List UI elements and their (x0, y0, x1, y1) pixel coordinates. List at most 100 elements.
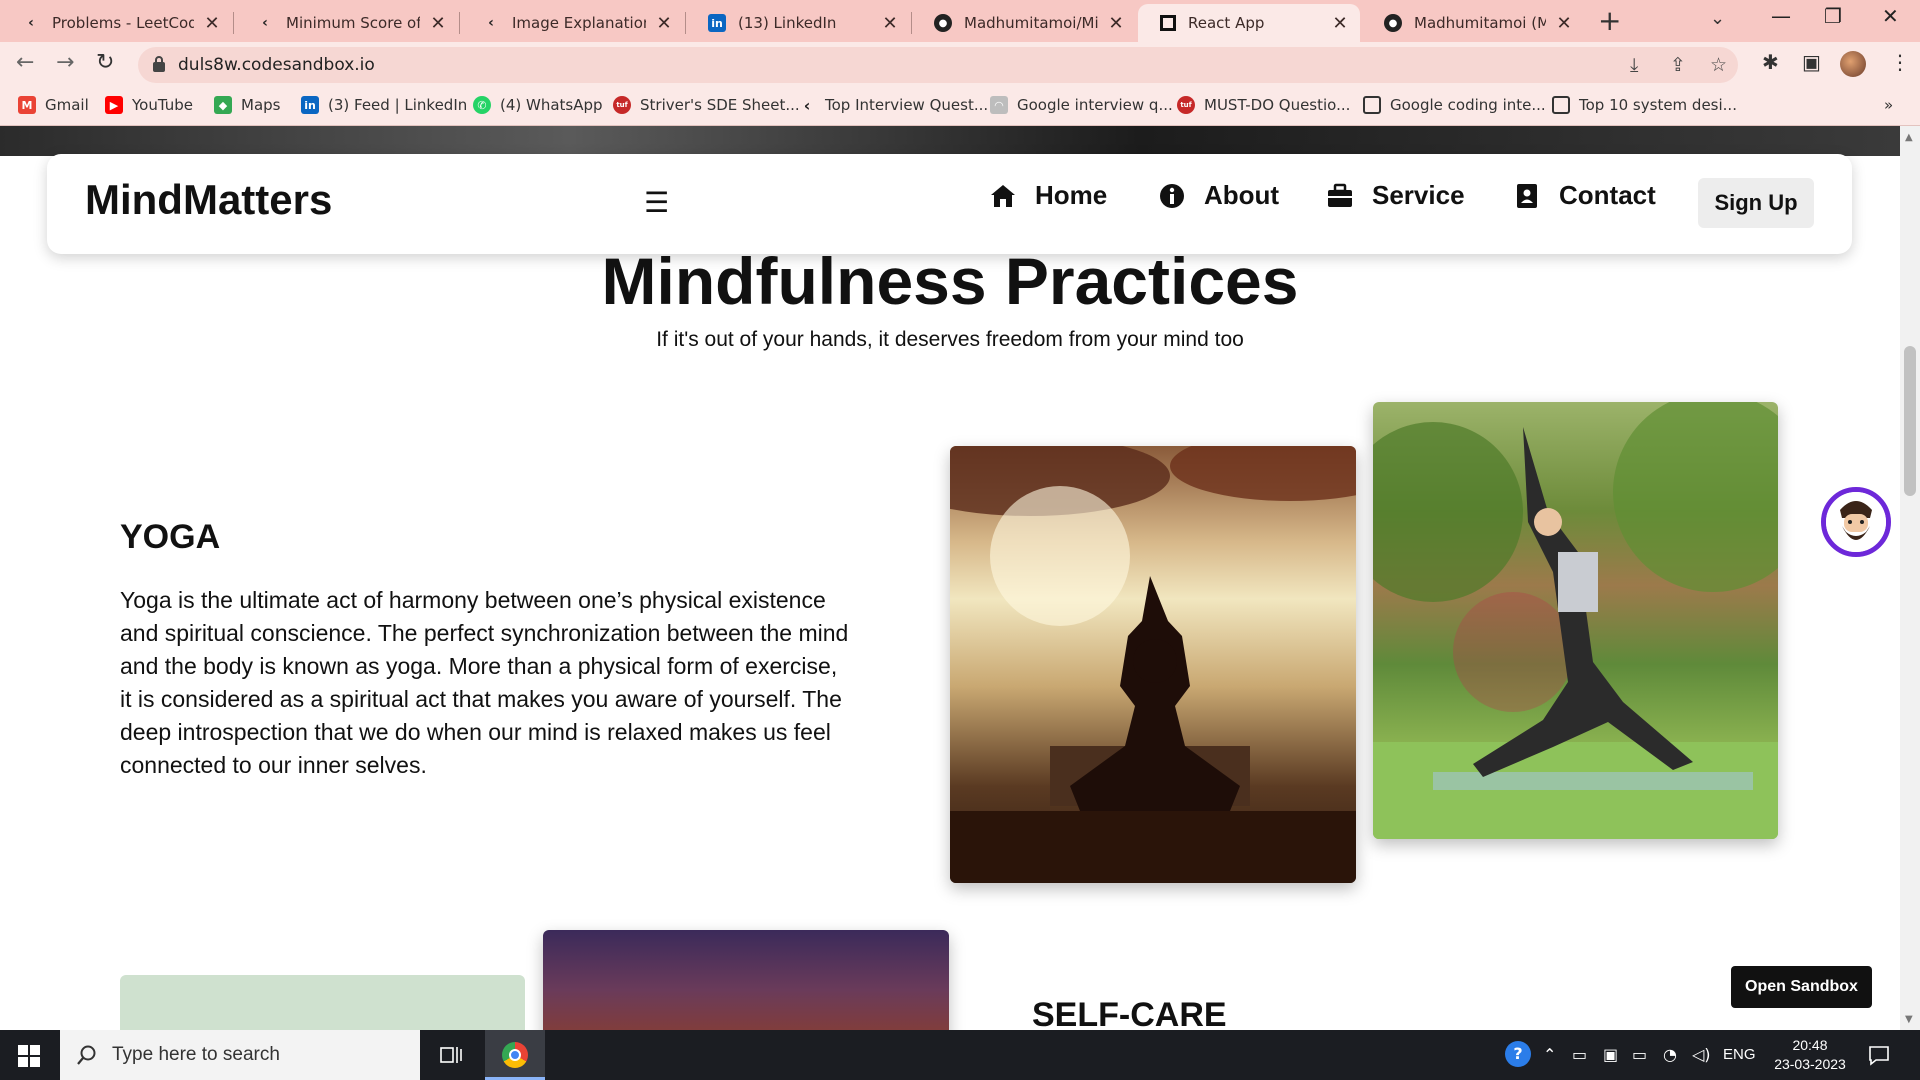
selfcare-photo-2 (543, 930, 949, 1030)
leetcode-icon: ‹ (488, 15, 494, 31)
bookmark-linkedin-feed[interactable]: in (3) Feed | LinkedIn (301, 96, 467, 114)
minimize-button[interactable]: — (1771, 4, 1791, 28)
close-icon[interactable]: ✕ (1106, 13, 1126, 34)
search-icon (77, 1045, 96, 1065)
hero-image-strip (0, 126, 1900, 156)
bookmarks-bar: M Gmail ▶ YouTube ◆ Maps in (3) Feed | L… (0, 88, 1920, 126)
profile-avatar[interactable] (1840, 51, 1866, 77)
install-icon[interactable]: ⤓ (1630, 54, 1638, 76)
codesandbox-icon (1160, 15, 1176, 31)
bookmark-google-coding[interactable]: Google coding inte... (1363, 96, 1546, 114)
tab-github-mind[interactable]: ● Madhumitamoi/Mind ✕ (912, 4, 1136, 42)
help-icon[interactable]: ? (1505, 1041, 1531, 1067)
notification-icon[interactable] (1868, 1044, 1890, 1066)
tab-minimum-score[interactable]: ‹ Minimum Score of a P ✕ (234, 4, 458, 42)
bookmark-gmail[interactable]: M Gmail (18, 96, 89, 114)
leetcode-icon: ‹ (803, 95, 811, 115)
open-sandbox-button[interactable]: Open Sandbox (1731, 966, 1872, 1008)
lock-icon (153, 56, 165, 72)
whatsapp-icon: ✆ (473, 96, 491, 114)
yoga-pose-illustration (1373, 402, 1778, 839)
tab-linkedin[interactable]: in (13) LinkedIn ✕ (686, 4, 910, 42)
selfcare-photo-1 (120, 975, 525, 1030)
share-icon[interactable]: ⇪ (1670, 54, 1686, 76)
menu-icon[interactable]: ⋮ (1890, 50, 1910, 74)
tuf-icon: tuf (1177, 96, 1195, 114)
system-clock[interactable]: 20:48 23-03-2023 (1765, 1036, 1855, 1074)
geeks-icon: ◠ (990, 96, 1008, 114)
github-icon: ● (1384, 14, 1402, 32)
bookmark-youtube[interactable]: ▶ YouTube (105, 96, 193, 114)
extensions-icon[interactable]: ✱ (1762, 50, 1779, 74)
windows-taskbar: Type here to search ? ⌃ ▭ ▣ ▭ ◔ ◁) ENG 2… (0, 1030, 1920, 1080)
tab-github-profile[interactable]: ● Madhumitamoi (Mad ✕ (1362, 4, 1584, 42)
side-panel-icon[interactable]: ▣ (1802, 50, 1821, 74)
close-icon[interactable]: ✕ (654, 13, 674, 34)
battery-icon[interactable]: ▭ (1632, 1045, 1647, 1064)
scroll-down-icon[interactable]: ▼ (1905, 1014, 1913, 1025)
bookmark-striver-sde[interactable]: tuf Striver's SDE Sheet... (613, 96, 800, 114)
task-view-icon[interactable] (440, 1044, 462, 1066)
nav-service[interactable]: Service (1326, 180, 1465, 211)
search-placeholder: Type here to search (112, 1044, 280, 1065)
volume-icon[interactable]: ◁) (1692, 1045, 1711, 1064)
bookmark-maps[interactable]: ◆ Maps (214, 96, 280, 114)
site-logo[interactable]: MindMatters (85, 176, 332, 224)
bookmark-top-interview[interactable]: ‹ Top Interview Quest... (798, 95, 988, 115)
woman-yoga-park-photo (1373, 402, 1778, 839)
address-bar[interactable]: duls8w.codesandbox.io ⤓ ⇪ ☆ (138, 47, 1738, 83)
display-icon[interactable]: ▣ (1603, 1045, 1618, 1064)
forward-button[interactable]: → (56, 50, 74, 75)
nav-contact[interactable]: Contact (1513, 180, 1656, 211)
restore-button[interactable]: ❐ (1824, 4, 1842, 28)
scroll-up-icon[interactable]: ▲ (1905, 132, 1913, 143)
close-icon[interactable]: ✕ (1330, 13, 1350, 34)
clock-date: 23-03-2023 (1774, 1056, 1846, 1072)
nav-about[interactable]: About (1158, 180, 1279, 211)
tab-react-app[interactable]: React App ✕ (1138, 4, 1360, 42)
bookmarks-overflow-icon[interactable]: » (1884, 96, 1893, 114)
reload-button[interactable]: ↻ (96, 50, 114, 75)
nav-home[interactable]: Home (989, 180, 1107, 211)
selfcare-heading: SELF-CARE (1032, 996, 1227, 1030)
meet-icon[interactable]: ▭ (1572, 1045, 1587, 1064)
info-circle-icon (1160, 183, 1184, 208)
bookmark-google-interview[interactable]: ◠ Google interview q... (990, 96, 1173, 114)
bookmark-must-do[interactable]: tuf MUST-DO Questio... (1177, 96, 1350, 114)
bookmark-whatsapp[interactable]: ✆ (4) WhatsApp (473, 96, 603, 114)
close-icon[interactable]: ✕ (428, 13, 448, 34)
close-icon[interactable]: ✕ (1554, 13, 1574, 34)
tab-search-icon[interactable]: ⌄ (1710, 8, 1725, 29)
bookmark-system-design[interactable]: Top 10 system desi... (1552, 96, 1737, 114)
scroll-thumb[interactable] (1904, 346, 1916, 496)
language-indicator[interactable]: ENG (1723, 1046, 1756, 1063)
page-scrollbar[interactable]: ▲ ▼ (1900, 126, 1920, 1030)
bookmark-star-icon[interactable]: ☆ (1710, 54, 1727, 76)
linkedin-icon: in (301, 96, 319, 114)
tray-chevron-up-icon[interactable]: ⌃ (1543, 1045, 1556, 1064)
meditation-silhouette-photo (950, 446, 1356, 883)
sign-up-button[interactable]: Sign Up (1698, 178, 1814, 228)
close-icon[interactable]: ✕ (202, 13, 222, 34)
taskbar-chrome-button[interactable] (485, 1030, 545, 1080)
close-icon[interactable]: ✕ (880, 13, 900, 34)
tab-image-explanation[interactable]: ‹ Image Explanation🏆 ✕ (460, 4, 684, 42)
windows-start-icon[interactable] (18, 1045, 40, 1067)
contact-card-icon (1517, 183, 1537, 208)
chrome-icon (502, 1042, 528, 1068)
page-title: Mindfulness Practices (601, 244, 1299, 318)
meditation-silhouette-illustration (950, 446, 1356, 883)
gmail-icon: M (18, 96, 36, 114)
window-close-button[interactable]: ✕ (1882, 4, 1899, 28)
back-button[interactable]: ← (16, 50, 34, 75)
site-navbar: MindMatters ☰ Home About Service Contact… (47, 154, 1852, 254)
home-icon (991, 184, 1015, 207)
chat-avatar-icon[interactable] (1821, 487, 1891, 557)
hamburger-menu-icon[interactable]: ☰ (644, 186, 669, 219)
github-icon: ● (934, 14, 952, 32)
tab-problems-leetcode[interactable]: ‹ Problems - LeetCode ✕ (0, 4, 232, 42)
clock-time: 20:48 (1792, 1037, 1828, 1053)
new-tab-button[interactable]: + (1598, 4, 1621, 37)
taskbar-search-box[interactable]: Type here to search (60, 1030, 420, 1080)
wifi-icon[interactable]: ◔ (1663, 1045, 1677, 1064)
